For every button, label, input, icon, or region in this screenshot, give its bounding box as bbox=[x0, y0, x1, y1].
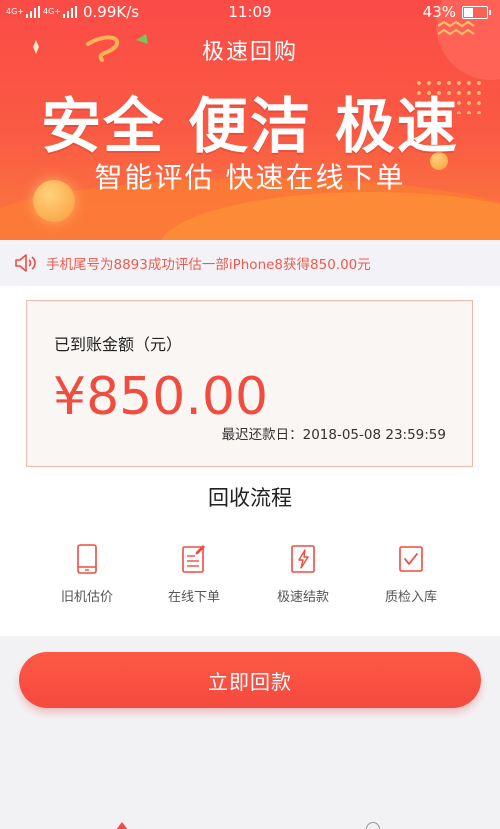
flow-step-valuation: 旧机估价 bbox=[37, 544, 137, 605]
amount-value: ¥850.00 bbox=[53, 367, 269, 427]
flow-step-label: 旧机估价 bbox=[60, 590, 113, 605]
notice-bar: 手机尾号为8893成功评估一部iPhone8获得850.00元 bbox=[0, 240, 500, 286]
status-bar: 4G+ 4G+ 0.99K/s 11:09 43% bbox=[0, 0, 500, 24]
flow-step-label: 极速结款 bbox=[276, 590, 329, 605]
hero-title: 极速回购 bbox=[201, 40, 298, 65]
amount-label: 已到账金额（元） bbox=[54, 335, 183, 354]
notice-text: 手机尾号为8893成功评估一部iPhone8获得850.00元 bbox=[46, 257, 371, 273]
nav-profile-icon[interactable] bbox=[366, 822, 380, 829]
battery-icon bbox=[462, 5, 491, 19]
hero-subline: 智能评估 快速在线下单 bbox=[94, 161, 406, 194]
battery-level bbox=[464, 7, 473, 17]
check-box-icon bbox=[399, 546, 423, 572]
main-content: 已到账金额（元） ¥850.00 最迟还款日：2018-05-08 23:59:… bbox=[0, 286, 500, 636]
hero-headline: 安全 便洁 极速 bbox=[41, 92, 459, 162]
due-date: 最迟还款日：2018-05-08 23:59:59 bbox=[221, 427, 446, 443]
flow-title: 回收流程 bbox=[208, 486, 292, 510]
flow-step-payment: 极速结款 bbox=[253, 544, 353, 605]
flow-step-inspection: 质检入库 bbox=[361, 544, 461, 605]
phone-icon bbox=[77, 544, 97, 574]
lightning-icon bbox=[291, 545, 315, 573]
speaker-icon bbox=[15, 254, 36, 272]
flow-step-label: 质检入库 bbox=[384, 590, 437, 605]
amount-card: 已到账金额（元） ¥850.00 最迟还款日：2018-05-08 23:59:… bbox=[26, 300, 473, 467]
repay-now-button[interactable]: 立即回款 bbox=[19, 652, 481, 708]
bottom-nav-peek bbox=[0, 820, 500, 829]
edit-document-icon bbox=[182, 545, 205, 573]
battery-percent: 43% bbox=[422, 3, 456, 21]
hero-banner: 极速回购 安全 便洁 极速 智能评估 快速在线下单 bbox=[0, 0, 500, 240]
flow-step-order: 在线下单 bbox=[144, 544, 244, 605]
flow-step-label: 在线下单 bbox=[167, 590, 220, 605]
nav-home-icon[interactable] bbox=[116, 822, 128, 829]
flow-steps: 旧机估价 在线下单 极速结款 质检入库 bbox=[0, 544, 500, 614]
